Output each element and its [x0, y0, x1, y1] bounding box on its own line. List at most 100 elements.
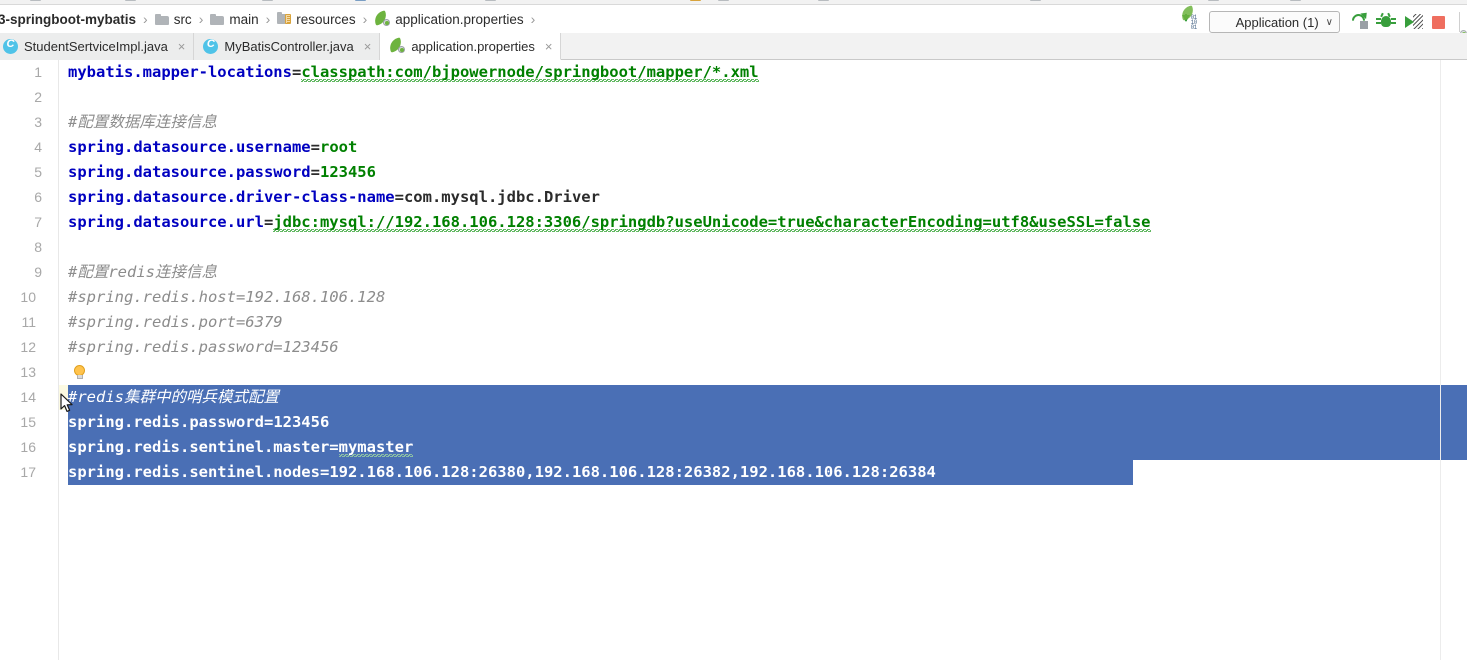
equals-sign: =: [394, 188, 404, 206]
breadcrumb: 3-springboot-mybatis › src › main › reso…: [0, 5, 1467, 37]
run-configuration-selector[interactable]: Application (1) ∨: [1179, 5, 1467, 37]
comment-text: #redis集群中的哨兵模式配置: [68, 388, 279, 406]
java-class-icon: [3, 38, 18, 54]
property-value: 123456: [319, 163, 376, 181]
property-key: spring.redis.password: [68, 413, 264, 431]
stop-button[interactable]: [1427, 11, 1451, 33]
code-line-17[interactable]: spring.redis.sentinel.nodes=192.168.106.…: [68, 460, 936, 485]
comment-text: #spring.redis.password=123456: [68, 338, 339, 356]
property-key: spring.datasource.driver-class-name: [68, 188, 395, 206]
breadcrumb-separator: ›: [198, 11, 204, 27]
property-value: mymaster: [338, 438, 414, 457]
breadcrumb-label: application.properties: [395, 11, 524, 27]
tab-mybatis-controller[interactable]: MyBatisController.java ×: [194, 33, 381, 60]
property-key: mybatis.mapper-locations: [68, 63, 292, 81]
property-value: jdbc:mysql://192.168.106.128:3306/spring…: [273, 213, 1151, 234]
breadcrumb-separator: ›: [265, 11, 271, 27]
equals-sign: =: [263, 413, 274, 431]
breadcrumb-label: src: [173, 11, 192, 27]
code-line-5[interactable]: spring.datasource.password=123456: [68, 160, 376, 185]
breadcrumb-separator: ›: [143, 11, 148, 27]
breadcrumb-item-file[interactable]: application.properties ›: [372, 5, 542, 33]
folder-icon: [210, 13, 225, 25]
lightbulb-icon[interactable]: [72, 365, 88, 381]
code-line-9[interactable]: #配置redis连接信息: [68, 260, 217, 285]
code-line-15[interactable]: spring.redis.password=123456: [68, 410, 329, 435]
tab-label: MyBatisController.java: [224, 39, 354, 54]
toolbar-icon[interactable]: [1208, 0, 1219, 1]
tab-label: application.properties: [411, 38, 535, 54]
tab-label: StudentSertviceImpl.java: [24, 39, 168, 54]
code-line-10[interactable]: #spring.redis.host=192.168.106.128: [68, 285, 385, 310]
breadcrumb-item-resources[interactable]: resources ›: [277, 5, 374, 33]
bits-bot: 01: [1190, 23, 1198, 31]
code-line-1[interactable]: mybatis.mapper-locations=classpath:com/b…: [68, 60, 759, 85]
toolbar-icon[interactable]: [718, 0, 729, 1]
code-line-7[interactable]: spring.datasource.url=jdbc:mysql://192.1…: [68, 210, 1151, 235]
editor-tab-bar: StudentSertviceImpl.java × MyBatisContro…: [0, 33, 1467, 60]
run-with-coverage-button[interactable]: [1401, 11, 1425, 33]
property-value: com.mysql.jdbc.Driver: [403, 188, 600, 206]
chevron-down-icon: ∨: [1325, 16, 1333, 28]
comment-text: #配置redis连接信息: [68, 263, 217, 281]
breadcrumb-label: resources: [296, 11, 356, 27]
code-editor[interactable]: 1 2 3 4 5 6 7 8 9 10 11 12 13 14 15 16 1…: [0, 60, 1467, 660]
property-key: spring.datasource.username: [68, 138, 311, 156]
property-value: root: [319, 138, 358, 156]
equals-sign: =: [319, 463, 330, 481]
spring-leaf-icon: [372, 10, 391, 26]
toolbar-icon[interactable]: [1290, 0, 1301, 1]
property-value: 192.168.106.128:26380,192.168.106.128:26…: [329, 463, 936, 481]
equals-sign: =: [310, 138, 320, 156]
toolbar-icon[interactable]: [690, 0, 701, 1]
toolbar-icon[interactable]: [30, 0, 41, 1]
equals-sign: =: [263, 213, 274, 231]
code-line-16[interactable]: spring.redis.sentinel.master=mymaster: [68, 435, 414, 460]
toolbar-divider: [1459, 12, 1460, 32]
equals-sign: =: [310, 163, 320, 181]
breadcrumb-separator: ›: [530, 11, 536, 27]
property-value: classpath:com/bjpowernode/springboot/map…: [301, 63, 759, 84]
tab-application-properties[interactable]: application.properties ×: [380, 33, 562, 60]
code-line-4[interactable]: spring.datasource.username=root: [68, 135, 357, 160]
toolbar-icon[interactable]: [485, 0, 496, 1]
equals-sign: =: [329, 438, 339, 456]
resources-folder-icon: [277, 12, 292, 25]
comment-text: #spring.redis.port=6379: [68, 313, 283, 331]
toolbar-icon[interactable]: [262, 0, 273, 1]
toolbar-icon[interactable]: [125, 0, 136, 1]
close-icon[interactable]: ×: [178, 39, 186, 54]
property-key: spring.redis.sentinel.master: [68, 438, 330, 456]
java-class-icon: [203, 38, 219, 54]
close-icon[interactable]: ×: [545, 39, 553, 54]
breadcrumb-separator: ›: [362, 11, 368, 27]
spring-leaf-icon: [387, 37, 406, 53]
toolbar-icon[interactable]: [1030, 0, 1041, 1]
debug-button[interactable]: [1375, 11, 1399, 33]
code-line-12[interactable]: #spring.redis.password=123456: [68, 335, 339, 360]
rerun-button[interactable]: [1349, 9, 1373, 33]
breadcrumb-item-module[interactable]: 3-springboot-mybatis ›: [0, 5, 155, 33]
breadcrumb-item-main[interactable]: main ›: [210, 5, 277, 33]
property-value: 123456: [273, 413, 330, 431]
breadcrumb-item-src[interactable]: src ›: [154, 5, 211, 33]
idea-window: 3-springboot-mybatis › src › main › reso…: [0, 0, 1467, 660]
property-key: spring.datasource.password: [68, 163, 311, 181]
code-line-6[interactable]: spring.datasource.driver-class-name=com.…: [68, 185, 600, 210]
comment-text: #配置数据库连接信息: [68, 113, 217, 131]
code-line-11[interactable]: #spring.redis.port=6379: [68, 310, 283, 335]
code-text-layer: mybatis.mapper-locations=classpath:com/b…: [0, 60, 1467, 660]
run-configuration-label: Application (1): [1235, 14, 1319, 30]
code-line-14[interactable]: #redis集群中的哨兵模式配置: [68, 385, 279, 410]
code-line-3[interactable]: #配置数据库连接信息: [68, 110, 217, 135]
breadcrumb-label: main: [229, 11, 259, 27]
comment-text: #spring.redis.host=192.168.106.128: [68, 288, 386, 306]
equals-sign: =: [291, 63, 302, 81]
property-key: spring.redis.sentinel.nodes: [68, 463, 320, 481]
spring-leaf-icon: [1179, 5, 1467, 37]
close-icon[interactable]: ×: [364, 39, 372, 54]
toolbar-icon[interactable]: [818, 0, 829, 1]
toolbar-icon[interactable]: [355, 0, 366, 1]
mouse-pointer-icon: [60, 393, 74, 413]
tab-student-service-impl[interactable]: StudentSertviceImpl.java ×: [0, 33, 195, 60]
